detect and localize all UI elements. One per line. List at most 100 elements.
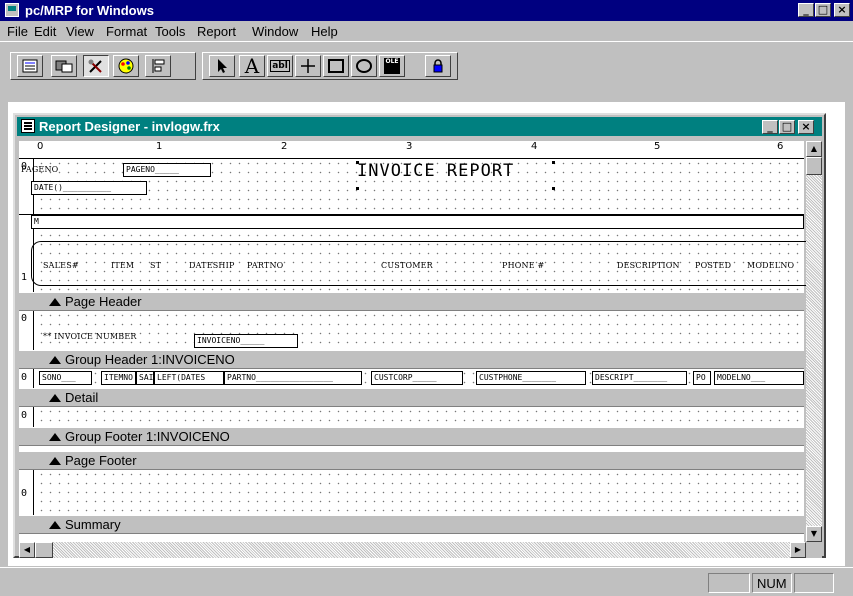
pageno-field[interactable]: PAGENO_____ bbox=[123, 163, 211, 177]
selection-handle[interactable] bbox=[356, 161, 359, 164]
toolbar-group-report-designer bbox=[10, 52, 196, 80]
col-posted[interactable]: POSTED bbox=[695, 261, 731, 270]
designer-close-button[interactable]: × bbox=[798, 120, 814, 134]
dateship-field[interactable]: LEFT(DATES bbox=[154, 371, 224, 385]
gutter-number: 0 bbox=[21, 313, 28, 324]
col-dateship[interactable]: DATESHIP bbox=[189, 261, 235, 270]
scroll-down-icon[interactable]: ▼ bbox=[806, 526, 822, 542]
menu-view[interactable]: View bbox=[66, 24, 94, 39]
selection-handle[interactable] bbox=[552, 187, 555, 190]
report-canvas[interactable]: 0 1 PAGENO PAGENO_____ DATE()__________ … bbox=[19, 159, 806, 542]
selection-handle[interactable] bbox=[552, 161, 555, 164]
date-field[interactable]: DATE()__________ bbox=[31, 181, 147, 195]
rounded-rectangle-icon[interactable] bbox=[351, 55, 377, 77]
col-phone[interactable]: PHONE # bbox=[502, 261, 544, 270]
group-header-bar-label: Group Header 1:INVOICENO bbox=[65, 352, 235, 367]
gutter-number: 1 bbox=[21, 272, 28, 283]
col-customer[interactable]: CUSTOMER bbox=[381, 261, 433, 270]
horizontal-ruler: 0 1 2 3 4 5 6 bbox=[19, 141, 804, 159]
status-panel-empty bbox=[794, 573, 834, 593]
group-header-bar[interactable]: Group Header 1:INVOICENO bbox=[19, 350, 804, 369]
designer-maximize-button[interactable]: □ bbox=[779, 120, 795, 134]
band-up-arrow-icon bbox=[49, 433, 61, 441]
modelno-field[interactable]: MODELNO___ bbox=[714, 371, 804, 385]
menu-file[interactable]: File bbox=[7, 24, 28, 39]
selection-handle[interactable] bbox=[356, 187, 359, 190]
report-controls-icon[interactable] bbox=[83, 55, 109, 77]
vertical-scroll-thumb[interactable] bbox=[806, 157, 822, 175]
menu-window[interactable]: Window bbox=[252, 24, 298, 39]
group-footer-bar[interactable]: Group Footer 1:INVOICENO bbox=[19, 427, 804, 446]
page-header-bar[interactable]: Page Header bbox=[19, 292, 804, 311]
page-footer-bar-label: Page Footer bbox=[65, 453, 137, 468]
sono-field[interactable]: SONO___ bbox=[39, 371, 92, 385]
col-st[interactable]: ST bbox=[150, 261, 161, 270]
report-designer-window: Report Designer - invlogw.frx _ □ × 0 1 … bbox=[13, 113, 826, 558]
document-icon[interactable] bbox=[21, 119, 35, 133]
minimize-button[interactable]: _ bbox=[798, 3, 814, 17]
detail-bar-label: Detail bbox=[65, 390, 99, 405]
report-title-label[interactable]: INVOICE REPORT bbox=[357, 161, 514, 181]
col-partno[interactable]: PARTNO bbox=[247, 261, 283, 270]
label-icon[interactable]: A bbox=[239, 54, 265, 78]
designer-minimize-button[interactable]: _ bbox=[762, 120, 778, 134]
invoice-number-label[interactable]: ** INVOICE NUMBER bbox=[43, 332, 137, 341]
menu-tools[interactable]: Tools bbox=[155, 24, 185, 39]
band-gutter: 0 bbox=[19, 311, 34, 350]
layout-icon[interactable] bbox=[145, 55, 171, 77]
maximize-button[interactable]: □ bbox=[815, 3, 831, 17]
report-layout-icon[interactable] bbox=[17, 55, 43, 77]
group-header-band[interactable] bbox=[19, 311, 804, 350]
page-header-bar-label: Page Header bbox=[65, 294, 142, 309]
report-designer-title-bar: Report Designer - invlogw.frx _ □ × bbox=[17, 117, 822, 136]
select-pointer-icon[interactable] bbox=[209, 55, 235, 77]
vertical-scrollbar[interactable]: ▲ ▼ bbox=[806, 141, 822, 542]
scroll-right-icon[interactable]: ▶ bbox=[790, 542, 806, 558]
group-footer-bar-label: Group Footer 1:INVOICENO bbox=[65, 429, 230, 444]
menu-edit[interactable]: Edit bbox=[34, 24, 56, 39]
menu-format[interactable]: Format bbox=[106, 24, 147, 39]
pageno-label[interactable]: PAGENO bbox=[21, 165, 58, 174]
close-button[interactable]: × bbox=[834, 3, 850, 17]
scroll-left-icon[interactable]: ◀ bbox=[19, 542, 35, 558]
horizontal-scrollbar[interactable]: ◀ ▶ bbox=[19, 542, 806, 558]
page-footer-bar[interactable]: Page Footer bbox=[19, 451, 804, 470]
custphone-field[interactable]: CUSTPHONE_______ bbox=[476, 371, 586, 385]
menu-bar: File Edit View Format Tools Report Windo… bbox=[0, 21, 853, 41]
size-grip[interactable] bbox=[806, 542, 822, 558]
band-up-arrow-icon bbox=[49, 394, 61, 402]
field-tool-label: abl bbox=[270, 60, 290, 72]
custcorp-field[interactable]: CUSTCORP_____ bbox=[371, 371, 463, 385]
color-palette-icon[interactable] bbox=[113, 55, 139, 77]
scroll-up-icon[interactable]: ▲ bbox=[806, 141, 822, 157]
menu-help[interactable]: Help bbox=[311, 24, 338, 39]
m-field[interactable]: M bbox=[31, 215, 804, 229]
col-description[interactable]: DESCRIPTION bbox=[617, 261, 680, 270]
page-footer-band[interactable] bbox=[19, 470, 804, 515]
col-modelno[interactable]: MODELNO bbox=[747, 261, 804, 270]
report-designer-title: Report Designer - invlogw.frx bbox=[39, 119, 220, 134]
col-item[interactable]: ITEM bbox=[111, 261, 134, 270]
col-sales[interactable]: SALES# bbox=[43, 261, 79, 270]
posted-field[interactable]: PO bbox=[693, 371, 711, 385]
app-icon[interactable] bbox=[5, 3, 19, 17]
partno-field[interactable]: PARTNO________________ bbox=[224, 371, 362, 385]
band-gutter: 0 bbox=[19, 470, 34, 515]
sai-field[interactable]: SAI bbox=[136, 371, 154, 385]
button-lock-icon[interactable] bbox=[425, 55, 451, 77]
app-title-bar: pc/MRP for Windows _ □ × bbox=[0, 0, 853, 21]
group-footer-band[interactable] bbox=[19, 407, 804, 427]
descript-field[interactable]: DESCRIPT_______ bbox=[592, 371, 687, 385]
horizontal-scroll-thumb[interactable] bbox=[35, 542, 53, 558]
itemno-field[interactable]: ITEMNO bbox=[101, 371, 136, 385]
summary-bar-label: Summary bbox=[65, 517, 121, 532]
summary-bar[interactable]: Summary bbox=[19, 515, 804, 534]
data-environment-icon[interactable] bbox=[51, 55, 77, 77]
detail-bar[interactable]: Detail bbox=[19, 388, 804, 407]
ole-picture-icon[interactable]: OLE bbox=[379, 55, 405, 77]
invoiceno-field[interactable]: INVOICENO_____ bbox=[194, 334, 298, 348]
menu-report[interactable]: Report bbox=[197, 24, 236, 39]
field-icon[interactable]: abl bbox=[267, 55, 293, 77]
line-icon[interactable] bbox=[295, 55, 321, 77]
rectangle-icon[interactable] bbox=[323, 55, 349, 77]
